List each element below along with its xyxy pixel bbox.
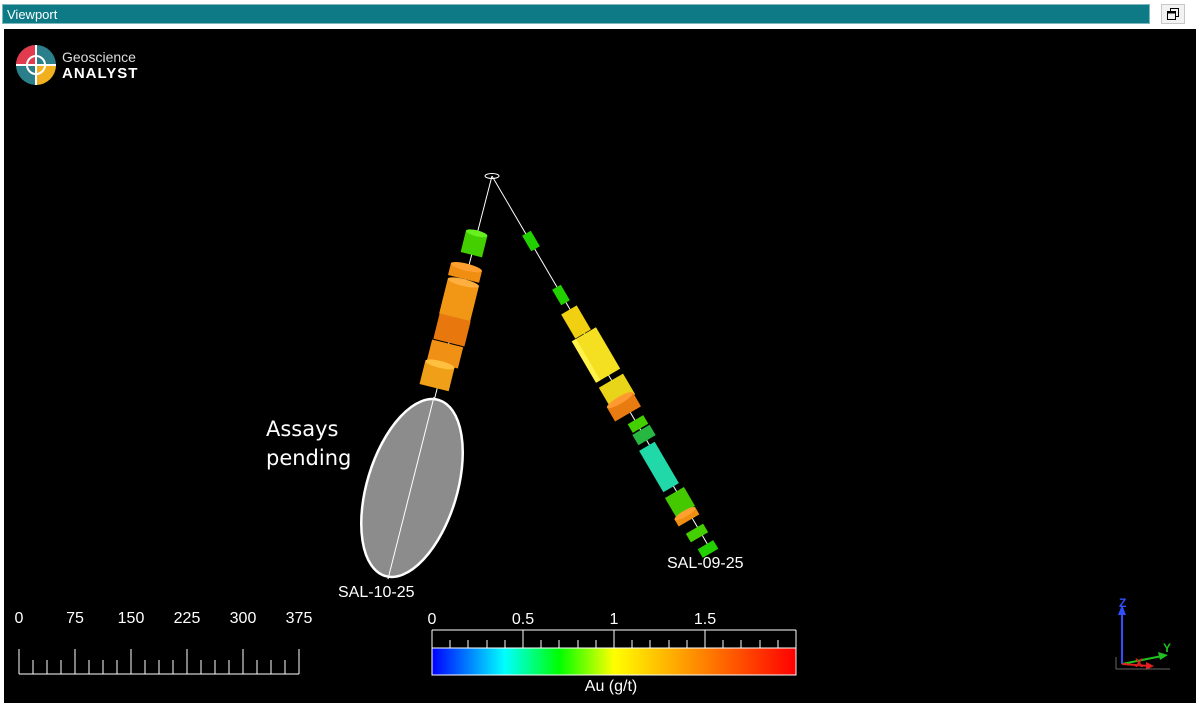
drillhole-label-sal-09-25: SAL-09-25 (667, 555, 744, 572)
scale-tick-label: 300 (229, 610, 257, 627)
3d-viewport-canvas[interactable]: Geoscience ANALYST Assays pending SAL-10… (4, 29, 1196, 703)
scale-bar (18, 649, 300, 675)
restore-window-icon (1167, 8, 1179, 20)
sal-10-25-assay-intervals (419, 229, 488, 392)
triad-y-label: Y (1163, 641, 1172, 655)
colorbar-tick-label: 0.5 (511, 611, 535, 628)
drillhole-label-sal-10-25: SAL-10-25 (338, 584, 415, 601)
au-color-bar (431, 629, 797, 676)
restore-window-button[interactable] (1161, 4, 1185, 24)
viewport-titlebar[interactable]: Viewport (2, 4, 1150, 24)
sal-09-25-assay-intervals (522, 230, 719, 558)
scale-tick-label: 225 (173, 610, 201, 627)
logo-text-geoscience: Geoscience (62, 49, 136, 65)
scale-tick-label: 150 (117, 610, 145, 627)
assays-pending-ellipse (360, 397, 464, 579)
viewport-window: Viewport Geoscience ANALYST Assays pendi… (0, 0, 1200, 705)
scale-tick-label: 0 (14, 610, 24, 627)
colorbar-tick-label: 1.5 (693, 611, 717, 628)
triad-x-label: X (1135, 656, 1144, 670)
triad-z-label: Z (1119, 596, 1127, 610)
colorbar-title: Au (g/t) (584, 678, 638, 695)
viewport-title: Viewport (7, 7, 58, 22)
colorbar-tick-label: 1 (609, 611, 619, 628)
annotation-line-2: pending (266, 446, 352, 470)
scale-tick-label: 375 (285, 610, 313, 627)
annotation-line-1: Assays (266, 417, 339, 441)
logo-text-analyst: ANALYST (62, 65, 139, 82)
colorbar-tick-label: 0 (427, 611, 437, 628)
assays-pending-annotation: Assays pending (266, 415, 351, 473)
scale-tick-label: 75 (66, 610, 84, 627)
geoscience-analyst-logo-icon (16, 45, 56, 85)
